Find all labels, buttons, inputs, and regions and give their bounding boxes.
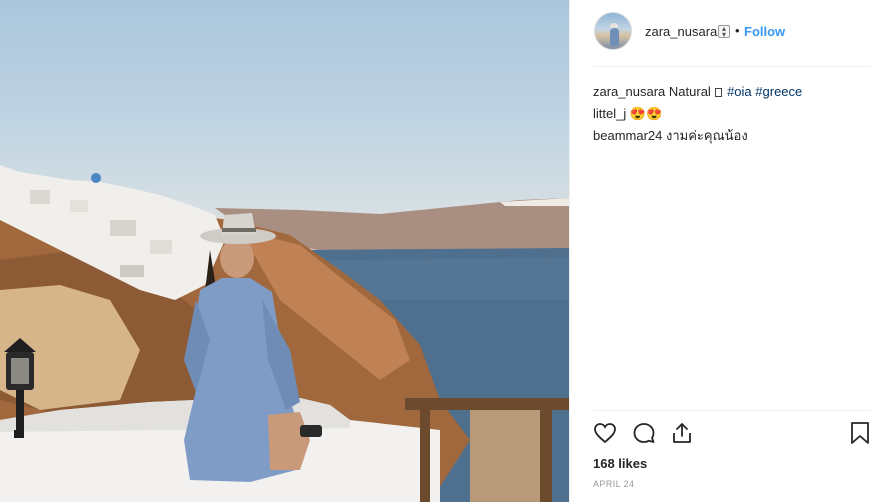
avatar[interactable] [594, 12, 632, 50]
separator-dot: • [735, 23, 740, 38]
hashtag-greece[interactable]: #greece [755, 84, 802, 99]
sort-icon: ▴ ▾ [718, 25, 730, 39]
save-button[interactable] [846, 418, 874, 448]
action-bar [570, 418, 880, 452]
comments-section: zara_nusara Natural #oia #greece littel_… [593, 83, 869, 149]
post-photo[interactable] [0, 0, 569, 502]
comment-username[interactable]: littel_j [593, 106, 626, 121]
likes-count[interactable]: 168 likes [593, 456, 647, 471]
caption: zara_nusara Natural #oia #greece [593, 83, 869, 101]
hashtag-oia[interactable]: #oia [727, 84, 752, 99]
comment-button[interactable] [630, 418, 658, 448]
caption-text: Natural [668, 84, 711, 99]
comment-item: beammar24 งามค่ะคุณน้อง [593, 127, 869, 145]
bookmark-icon [851, 422, 869, 444]
like-button[interactable] [591, 418, 619, 448]
share-icon [673, 423, 691, 443]
comment-icon [633, 423, 655, 443]
comment-item: littel_j 😍😍 [593, 105, 869, 123]
sunglasses [300, 425, 322, 437]
comment-text: 😍😍 [629, 106, 663, 121]
actions-divider [594, 410, 870, 411]
post-date[interactable]: APRIL 24 [593, 479, 634, 489]
header-divider [594, 66, 870, 67]
far-village [500, 198, 569, 206]
blue-dome [91, 173, 101, 183]
follow-button[interactable]: Follow [744, 24, 785, 39]
comment-text: งามค่ะคุณน้อง [666, 128, 748, 143]
missing-glyph-icon [715, 88, 723, 97]
header-username[interactable]: zara_nusara [645, 24, 717, 39]
comment-username[interactable]: beammar24 [593, 128, 662, 143]
share-button[interactable] [668, 418, 696, 448]
santorini-scene [0, 165, 569, 502]
post-header: zara_nusara ▴ ▾ • Follow [570, 0, 880, 66]
caption-username[interactable]: zara_nusara [593, 84, 665, 99]
post-details-panel: zara_nusara ▴ ▾ • Follow zara_nusara Natu… [569, 0, 880, 502]
heart-icon [594, 423, 616, 444]
